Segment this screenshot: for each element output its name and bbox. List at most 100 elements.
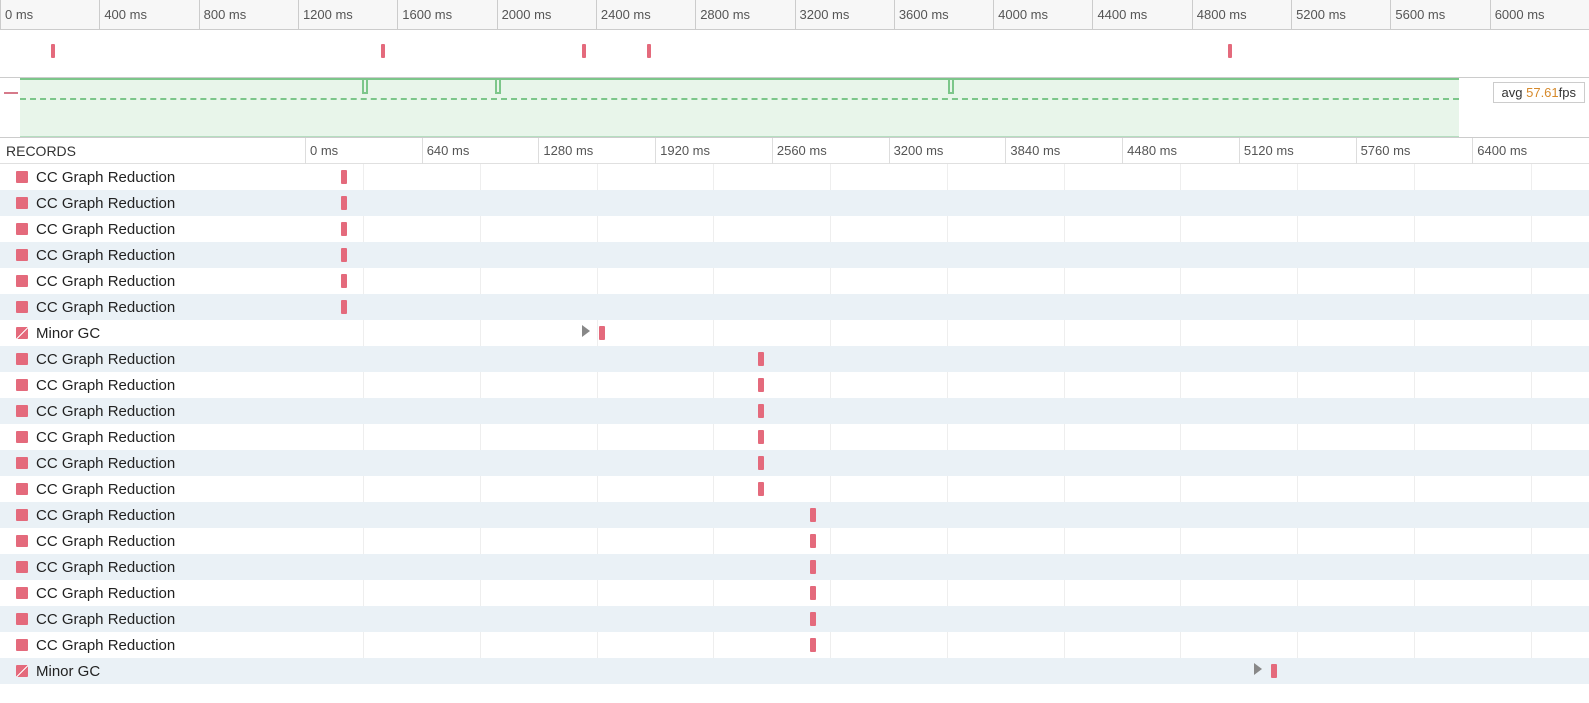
record-bar[interactable] [341, 274, 347, 288]
cc-graph-swatch-icon [16, 535, 28, 547]
fps-strip: max 60fps min 43.11fps avg 57.61fps [0, 78, 1589, 138]
overview-tick: 5200 ms [1291, 0, 1346, 30]
record-timeline-row[interactable] [305, 164, 1589, 190]
record-name: CC Graph Reduction [36, 403, 175, 420]
record-timeline-row[interactable] [305, 632, 1589, 658]
record-timeline-row[interactable] [305, 424, 1589, 450]
record-bar[interactable] [810, 560, 816, 574]
overview-marker [51, 44, 55, 58]
record-row[interactable]: CC Graph Reduction [0, 190, 305, 216]
record-row[interactable]: Minor GC [0, 658, 305, 684]
record-timeline-row[interactable] [305, 372, 1589, 398]
overview-tick: 4000 ms [993, 0, 1048, 30]
records-tick: 0 ms [305, 138, 338, 164]
records-tick: 3200 ms [889, 138, 944, 164]
cc-graph-swatch-icon [16, 197, 28, 209]
record-timeline-row[interactable] [305, 216, 1589, 242]
record-row[interactable]: CC Graph Reduction [0, 242, 305, 268]
overview-timeline[interactable]: 0 ms400 ms800 ms1200 ms1600 ms2000 ms240… [0, 0, 1589, 78]
record-name: CC Graph Reduction [36, 637, 175, 654]
records-right-column[interactable]: 0 ms640 ms1280 ms1920 ms2560 ms3200 ms38… [305, 138, 1589, 684]
record-timeline-row[interactable] [305, 476, 1589, 502]
records-tick: 3840 ms [1005, 138, 1060, 164]
cc-graph-swatch-icon [16, 249, 28, 261]
record-bar[interactable] [341, 196, 347, 210]
record-name: CC Graph Reduction [36, 481, 175, 498]
record-bar[interactable] [810, 638, 816, 652]
overview-tick: 2000 ms [497, 0, 552, 30]
overview-tick: 6000 ms [1490, 0, 1545, 30]
cc-graph-swatch-icon [16, 275, 28, 287]
overview-marker [381, 44, 385, 58]
record-timeline-row[interactable] [305, 528, 1589, 554]
record-timeline-row[interactable] [305, 242, 1589, 268]
overview-tick: 3200 ms [795, 0, 850, 30]
record-row[interactable]: CC Graph Reduction [0, 294, 305, 320]
record-timeline-row[interactable] [305, 320, 1589, 346]
record-timeline-row[interactable] [305, 450, 1589, 476]
record-timeline-row[interactable] [305, 606, 1589, 632]
record-bar[interactable] [810, 612, 816, 626]
record-timeline-row[interactable] [305, 398, 1589, 424]
record-row[interactable]: CC Graph Reduction [0, 372, 305, 398]
record-timeline-row[interactable] [305, 554, 1589, 580]
expand-chevron-icon[interactable] [582, 325, 590, 337]
record-bar[interactable] [341, 222, 347, 236]
record-name: CC Graph Reduction [36, 299, 175, 316]
record-timeline-row[interactable] [305, 268, 1589, 294]
overview-ruler[interactable]: 0 ms400 ms800 ms1200 ms1600 ms2000 ms240… [0, 0, 1589, 30]
fps-chart [20, 78, 1459, 137]
record-bar[interactable] [810, 508, 816, 522]
record-bar[interactable] [810, 586, 816, 600]
record-row[interactable]: CC Graph Reduction [0, 346, 305, 372]
record-row[interactable]: CC Graph Reduction [0, 502, 305, 528]
record-timeline-row[interactable] [305, 346, 1589, 372]
record-bar[interactable] [810, 534, 816, 548]
record-bar[interactable] [758, 482, 764, 496]
record-row[interactable]: CC Graph Reduction [0, 632, 305, 658]
record-bar[interactable] [758, 430, 764, 444]
record-timeline-row[interactable] [305, 580, 1589, 606]
record-row[interactable]: CC Graph Reduction [0, 554, 305, 580]
record-timeline-row[interactable] [305, 502, 1589, 528]
record-bar[interactable] [758, 378, 764, 392]
record-row[interactable]: CC Graph Reduction [0, 268, 305, 294]
cc-graph-swatch-icon [16, 405, 28, 417]
record-row[interactable]: CC Graph Reduction [0, 450, 305, 476]
record-bar[interactable] [758, 352, 764, 366]
minor-gc-swatch-icon [16, 327, 28, 339]
records-tick: 2560 ms [772, 138, 827, 164]
record-name: CC Graph Reduction [36, 585, 175, 602]
record-bar[interactable] [1271, 664, 1277, 678]
record-bar[interactable] [758, 404, 764, 418]
record-bar[interactable] [341, 170, 347, 184]
record-row[interactable]: Minor GC [0, 320, 305, 346]
fps-dip [495, 80, 501, 94]
record-name: CC Graph Reduction [36, 455, 175, 472]
expand-chevron-icon[interactable] [1254, 663, 1262, 675]
record-timeline-row[interactable] [305, 658, 1589, 684]
cc-graph-swatch-icon [16, 171, 28, 183]
record-bar[interactable] [341, 300, 347, 314]
cc-graph-swatch-icon [16, 587, 28, 599]
record-bar[interactable] [599, 326, 605, 340]
record-bar[interactable] [758, 456, 764, 470]
fps-max-line-icon [4, 92, 18, 94]
record-row[interactable]: CC Graph Reduction [0, 164, 305, 190]
record-row[interactable]: CC Graph Reduction [0, 398, 305, 424]
cc-graph-swatch-icon [16, 457, 28, 469]
record-timeline-row[interactable] [305, 294, 1589, 320]
record-timeline-row[interactable] [305, 190, 1589, 216]
record-name: CC Graph Reduction [36, 273, 175, 290]
record-row[interactable]: CC Graph Reduction [0, 424, 305, 450]
records-tick: 640 ms [422, 138, 470, 164]
record-row[interactable]: CC Graph Reduction [0, 528, 305, 554]
record-row[interactable]: CC Graph Reduction [0, 476, 305, 502]
records-tick: 5760 ms [1356, 138, 1411, 164]
cc-graph-swatch-icon [16, 223, 28, 235]
record-bar[interactable] [341, 248, 347, 262]
record-row[interactable]: CC Graph Reduction [0, 606, 305, 632]
record-row[interactable]: CC Graph Reduction [0, 580, 305, 606]
records-ruler[interactable]: 0 ms640 ms1280 ms1920 ms2560 ms3200 ms38… [305, 138, 1589, 164]
record-row[interactable]: CC Graph Reduction [0, 216, 305, 242]
